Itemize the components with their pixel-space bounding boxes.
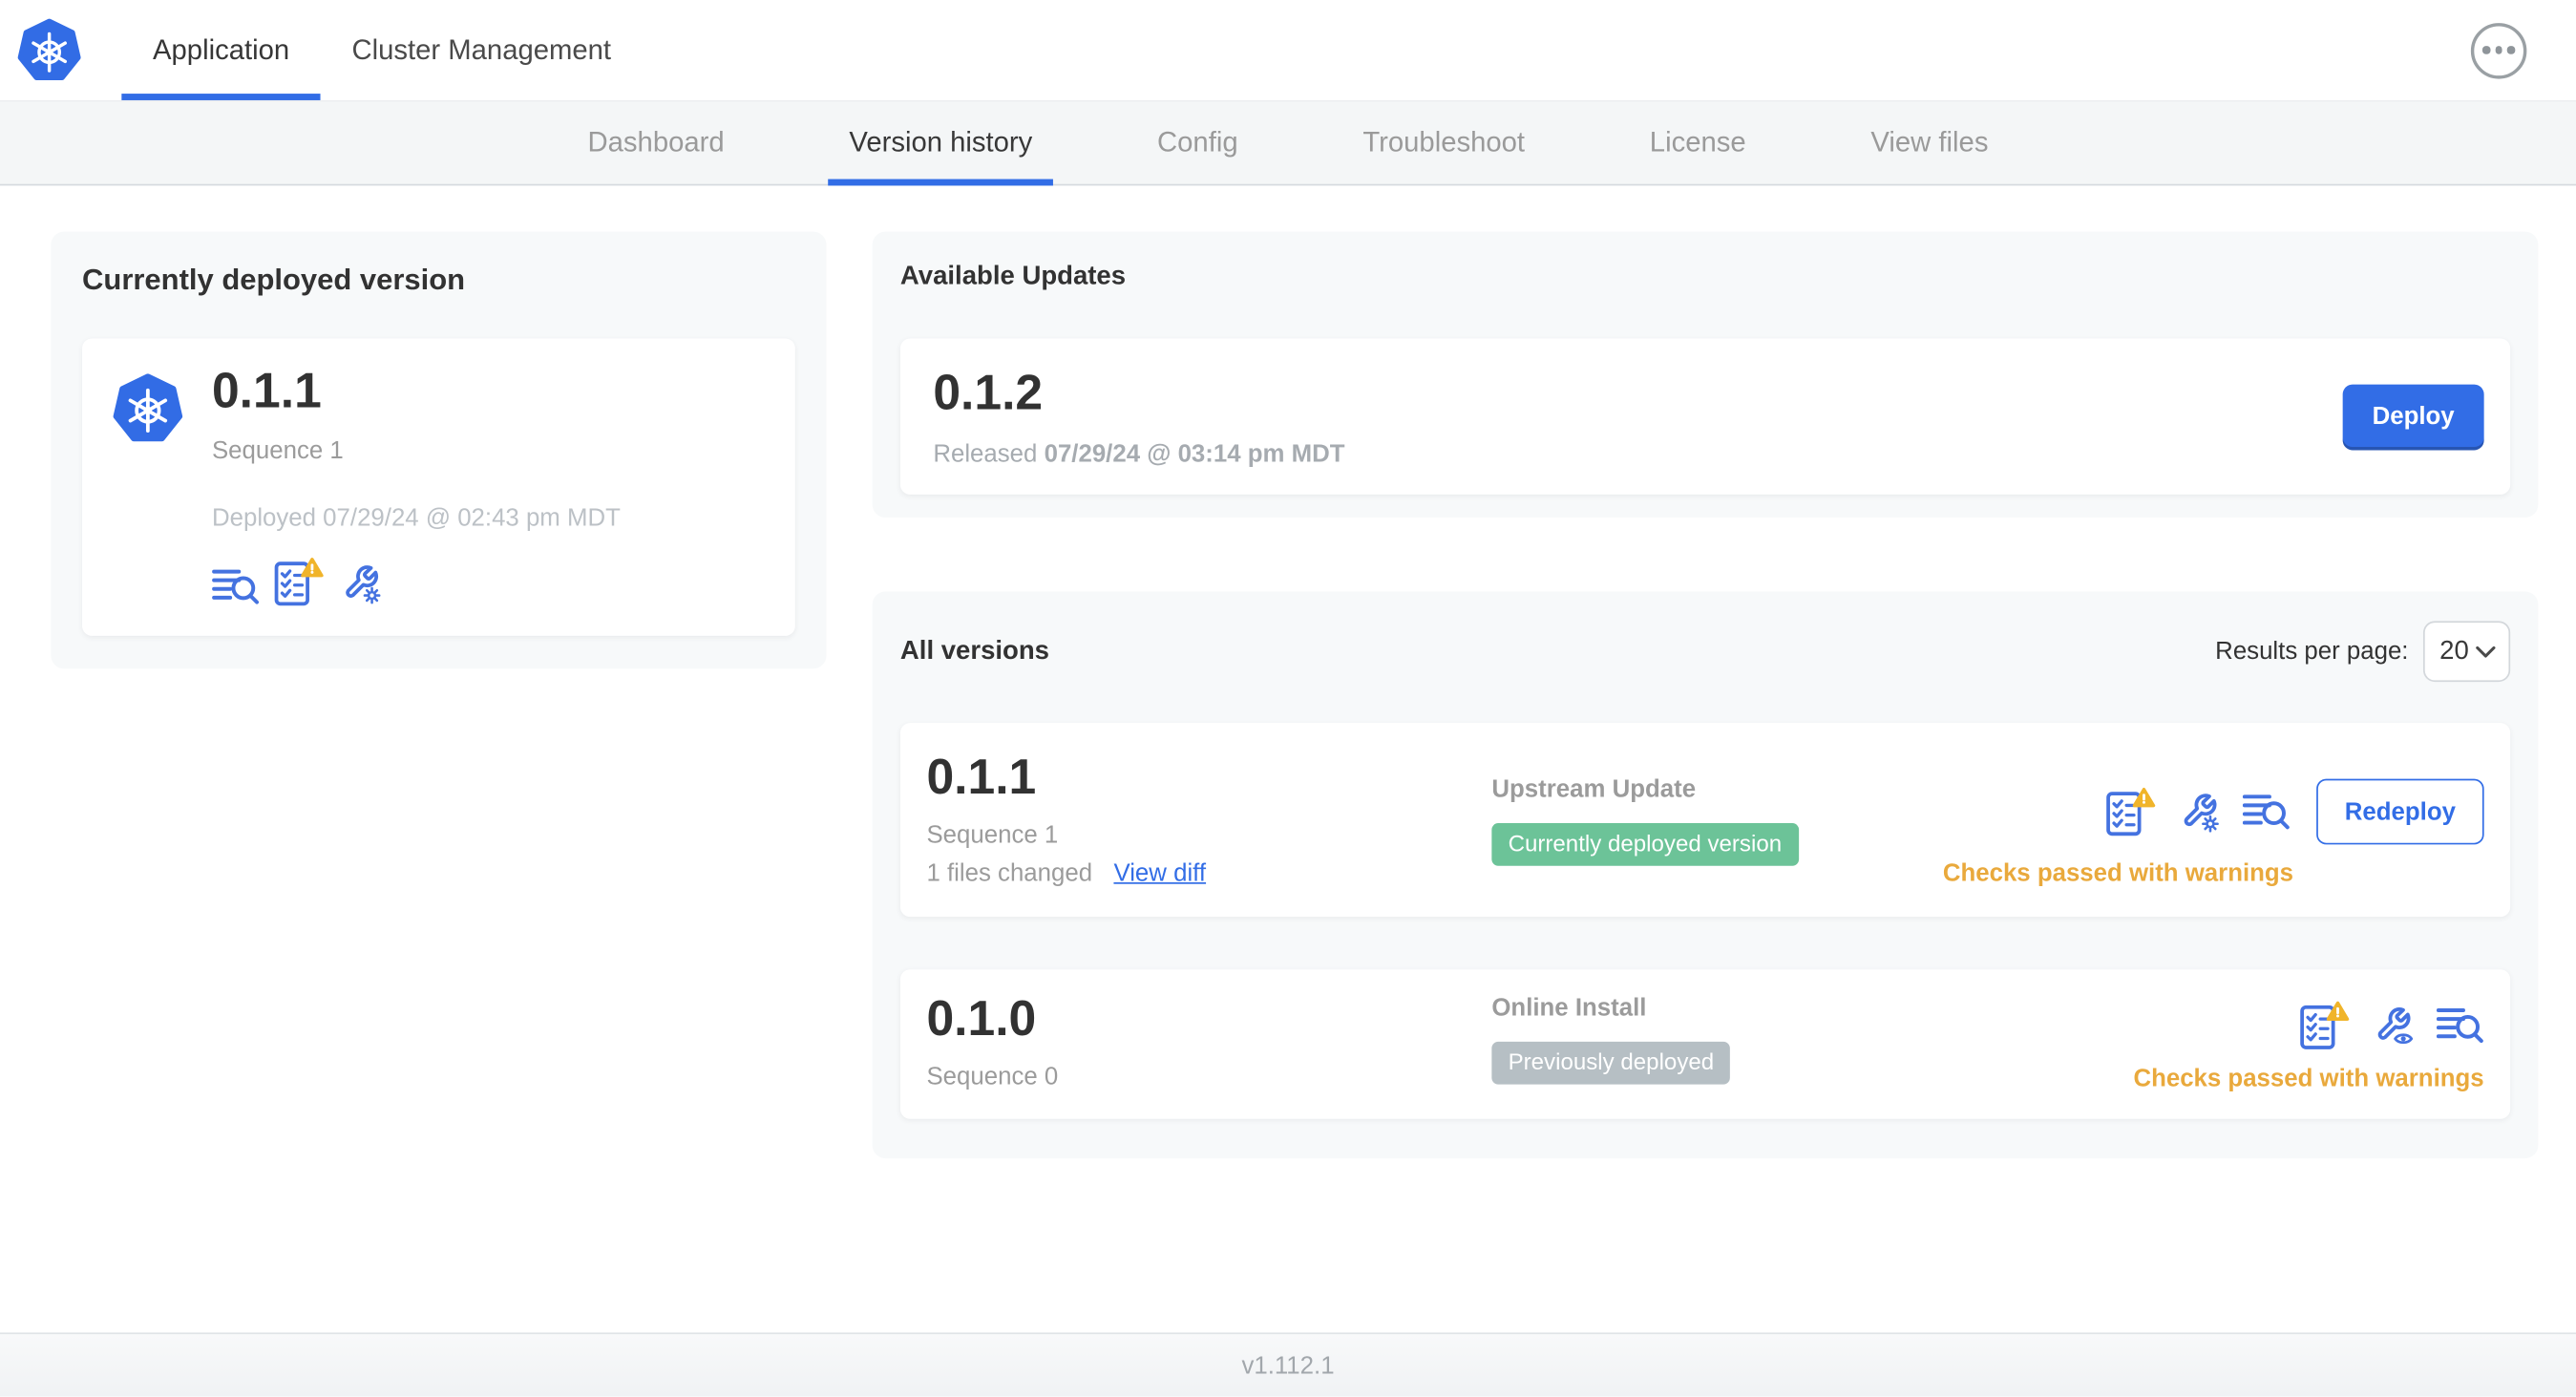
tab-version-history[interactable]: Version history xyxy=(828,102,1054,186)
available-update-row: 0.1.2 Released 07/29/24 @ 03:14 pm MDT D… xyxy=(899,338,2511,495)
tab-cluster-management-label: Cluster Management xyxy=(351,33,612,65)
footer: v1.112.1 xyxy=(0,1332,2576,1397)
wrench-gear-icon[interactable] xyxy=(338,561,382,605)
tab-cluster-management[interactable]: Cluster Management xyxy=(321,0,643,100)
app-icon-kubernetes xyxy=(112,363,184,447)
chevron-down-icon xyxy=(2476,645,2496,658)
all-versions-card: All versions Results per page: 20 0.1.1 … xyxy=(872,591,2539,1159)
deploy-button[interactable]: Deploy xyxy=(2342,383,2484,450)
app-subnav: Dashboard Version history Config Trouble… xyxy=(0,101,2576,186)
admin-console: Application Cluster Management Dashboard… xyxy=(0,0,2576,1397)
redeploy-button[interactable]: Redeploy xyxy=(2316,778,2484,845)
kubernetes-logo xyxy=(16,0,82,100)
currently-deployed-title: Currently deployed version xyxy=(82,263,466,296)
version-source: Upstream Update xyxy=(1491,775,1697,804)
ellipsis-icon xyxy=(2482,46,2491,54)
version-row-0-1-1: 0.1.1 Sequence 1 1 files changed View di… xyxy=(899,723,2511,918)
deployed-sequence: Sequence 1 xyxy=(211,436,344,465)
console-version: v1.112.1 xyxy=(1241,1351,1335,1380)
update-released-timestamp: Released 07/29/24 @ 03:14 pm MDT xyxy=(933,440,1345,469)
row-sequence: Sequence 1 xyxy=(926,821,1059,850)
tab-config[interactable]: Config xyxy=(1136,102,1259,184)
tab-application-label: Application xyxy=(153,33,290,65)
preflight-checks-status[interactable]: Checks passed with warnings xyxy=(1943,859,2293,887)
status-badge-previously-deployed: Previously deployed xyxy=(1491,1041,1731,1086)
wrench-gear-icon[interactable] xyxy=(2177,790,2221,834)
top-navbar: Application Cluster Management xyxy=(0,0,2576,102)
tab-troubleshoot[interactable]: Troubleshoot xyxy=(1341,102,1546,184)
preflight-checks-warning-icon[interactable] xyxy=(274,557,324,606)
view-diff-icon[interactable] xyxy=(212,567,260,606)
main-content: Currently deployed version 0.1.1 Sequenc… xyxy=(0,185,2576,1333)
preflight-checks-warning-icon[interactable] xyxy=(2106,787,2156,836)
row-version-number: 0.1.0 xyxy=(926,992,1037,1048)
files-changed: 1 files changed xyxy=(926,858,1093,888)
version-row-0-1-0: 0.1.0 Sequence 0 Online Install Previous… xyxy=(899,969,2511,1119)
preflight-checks-warning-icon[interactable] xyxy=(2300,1001,2350,1050)
update-version-number: 0.1.2 xyxy=(933,366,1044,421)
results-per-page-label: Results per page: xyxy=(2215,637,2409,666)
tab-dashboard[interactable]: Dashboard xyxy=(566,102,746,184)
top-tabs: Application Cluster Management xyxy=(121,0,642,100)
row-version-number: 0.1.1 xyxy=(926,751,1037,806)
view-diff-icon[interactable] xyxy=(2243,792,2291,831)
tab-application[interactable]: Application xyxy=(121,0,322,100)
tab-license[interactable]: License xyxy=(1628,102,1767,184)
tab-view-files[interactable]: View files xyxy=(1849,102,2010,184)
version-source: Online Install xyxy=(1491,993,1647,1023)
overflow-menu-button[interactable] xyxy=(2470,22,2527,78)
currently-deployed-version-panel: 0.1.1 Sequence 1 Deployed 07/29/24 @ 02:… xyxy=(82,338,795,636)
results-per-page-select[interactable]: 20 xyxy=(2422,621,2511,683)
available-updates-card: Available Updates 0.1.2 Released 07/29/2… xyxy=(872,231,2539,519)
available-updates-title: Available Updates xyxy=(899,263,1127,291)
currently-deployed-card: Currently deployed version 0.1.1 Sequenc… xyxy=(51,231,827,669)
all-versions-title: All versions xyxy=(899,636,1049,666)
preflight-checks-status[interactable]: Checks passed with warnings xyxy=(2133,1065,2483,1092)
view-diff-icon[interactable] xyxy=(2437,1005,2484,1045)
status-badge-currently-deployed: Currently deployed version xyxy=(1491,823,1799,867)
deployed-timestamp: Deployed 07/29/24 @ 02:43 pm MDT xyxy=(211,504,621,533)
wrench-eye-icon[interactable] xyxy=(2371,1003,2415,1047)
row-sequence: Sequence 0 xyxy=(926,1063,1059,1091)
view-diff-link[interactable]: View diff xyxy=(1113,859,1206,887)
deployed-version-number: 0.1.1 xyxy=(211,364,322,419)
